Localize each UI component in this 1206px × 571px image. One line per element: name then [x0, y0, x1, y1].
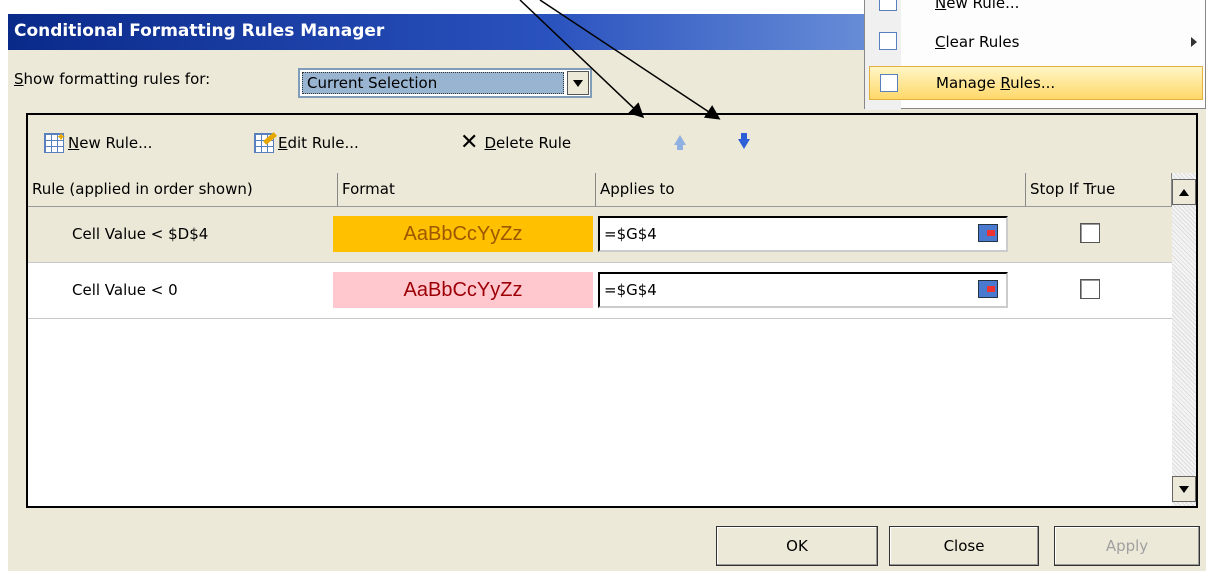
rules-toolbar: ✦ New Rule... Edit Rule... ✕ Delete Rule — [28, 115, 1196, 173]
header-rule[interactable]: Rule (applied in order shown) — [28, 173, 338, 206]
edit-rule-button[interactable]: Edit Rule... — [254, 129, 359, 157]
menu-item-manage-rules[interactable]: Manage Rules... — [869, 66, 1203, 100]
applies-to-value: =$G$4 — [604, 281, 657, 299]
move-down-arrow-icon[interactable] — [738, 139, 750, 149]
clear-rules-icon — [879, 32, 897, 50]
scroll-down-button[interactable] — [1172, 476, 1196, 502]
move-up-arrow-stem — [677, 144, 683, 150]
delete-icon: ✕ — [460, 130, 479, 155]
vertical-scrollbar[interactable] — [1172, 173, 1196, 506]
edit-rule-icon — [254, 132, 277, 153]
new-rule-icon — [879, 0, 897, 11]
delete-rule-button[interactable]: ✕ Delete Rule — [460, 129, 571, 157]
apply-button[interactable]: Apply — [1054, 526, 1200, 566]
manage-rules-icon — [880, 74, 898, 92]
stop-if-true-checkbox[interactable] — [1080, 279, 1100, 299]
stop-if-true-checkbox[interactable] — [1080, 223, 1100, 243]
new-rule-icon: ✦ — [44, 130, 66, 153]
rules-panel: ✦ New Rule... Edit Rule... ✕ Delete Rule… — [26, 113, 1198, 508]
format-preview: AaBbCcYyZz — [333, 216, 593, 252]
menu-item-clear-rules[interactable]: Clear Rules — [865, 25, 1205, 59]
dropdown-button[interactable] — [567, 71, 589, 95]
scroll-up-button[interactable] — [1172, 179, 1196, 205]
menu-item-new-rule[interactable]: New Rule... — [865, 0, 1205, 20]
new-rule-button[interactable]: ✦ New Rule... — [44, 129, 152, 157]
show-rules-dropdown[interactable]: Current Selection — [298, 68, 592, 98]
selection-value: Current Selection — [302, 72, 564, 94]
ok-button[interactable]: OK — [716, 526, 878, 566]
conditional-formatting-menu: New Rule... Clear Rules Manage Rules... — [864, 0, 1206, 110]
range-select-icon[interactable] — [978, 280, 998, 298]
table-row[interactable]: Cell Value < $D$4 AaBbCcYyZz =$G$4 — [28, 207, 1172, 263]
format-preview: AaBbCcYyZz — [333, 272, 593, 308]
dialog-title: Conditional Formatting Rules Manager — [14, 21, 385, 41]
range-select-icon[interactable] — [978, 224, 998, 242]
chevron-down-icon — [573, 79, 583, 87]
applies-to-field[interactable]: =$G$4 — [598, 216, 1008, 252]
applies-to-field[interactable]: =$G$4 — [598, 272, 1008, 308]
rule-description: Cell Value < $D$4 — [72, 225, 209, 243]
header-stop-if-true[interactable]: Stop If True — [1026, 173, 1172, 206]
table-row[interactable]: Cell Value < 0 AaBbCcYyZz =$G$4 — [28, 263, 1172, 319]
submenu-arrow-icon — [1191, 37, 1197, 47]
header-format[interactable]: Format — [338, 173, 596, 206]
close-button[interactable]: Close — [889, 526, 1039, 566]
rules-table-header: Rule (applied in order shown) Format App… — [28, 173, 1172, 207]
chevron-down-icon — [1179, 485, 1189, 493]
show-rules-label: Show formatting rules for: — [14, 70, 211, 88]
chevron-up-icon — [1179, 188, 1189, 196]
header-applies-to[interactable]: Applies to — [596, 173, 1026, 206]
applies-to-value: =$G$4 — [604, 225, 657, 243]
rule-description: Cell Value < 0 — [72, 281, 178, 299]
